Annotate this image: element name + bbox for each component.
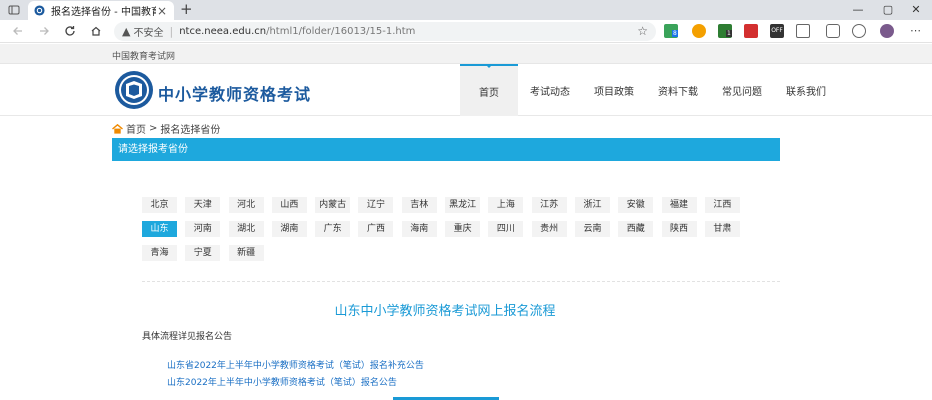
- province-row: 山东 河南 湖北 湖南 广东 广西 海南 重庆 四川 贵州 云南 西藏 陕西 甘肃: [142, 221, 762, 237]
- breadcrumb-separator: >: [149, 123, 158, 134]
- top-strip: 中国教育考试网: [0, 44, 932, 64]
- main-nav: 首页 考试动态 项目政策 资料下载 常见问题 联系我们: [460, 64, 838, 116]
- province-button[interactable]: 天津: [185, 197, 221, 213]
- warning-icon: ▲: [122, 25, 131, 38]
- home-icon: [91, 26, 101, 36]
- nav-item-contact[interactable]: 联系我们: [774, 64, 838, 116]
- flow-title: 山东中小学教师资格考试网上报名流程: [334, 304, 556, 319]
- back-button[interactable]: [10, 23, 26, 39]
- url-text: ntce.neea.edu.cn/html1/folder/16013/15-1…: [179, 26, 415, 37]
- province-button[interactable]: 广东: [315, 221, 351, 237]
- province-button[interactable]: 广西: [358, 221, 394, 237]
- extension-badge: 8: [672, 30, 678, 37]
- province-button[interactable]: 宁夏: [185, 245, 221, 261]
- province-button[interactable]: 贵州: [531, 221, 567, 237]
- history-icon[interactable]: [852, 24, 866, 38]
- nav-item-policy[interactable]: 项目政策: [582, 64, 646, 116]
- collections-icon[interactable]: [826, 24, 840, 38]
- nav-item-faq[interactable]: 常见问题: [710, 64, 774, 116]
- province-button[interactable]: 福建: [661, 197, 697, 213]
- province-button[interactable]: 江苏: [531, 197, 567, 213]
- notice-link-main[interactable]: 山东2022年上半年中小学教师资格考试（笔试）报名公告: [167, 375, 397, 388]
- address-bar[interactable]: ▲ 不安全 | ntce.neea.edu.cn/html1/folder/16…: [114, 22, 656, 41]
- top-strip-text[interactable]: 中国教育考试网: [112, 49, 175, 62]
- browser-tab-active[interactable]: 报名选择省份 - 中国教育考试网 ×: [28, 1, 174, 20]
- extension-off-icon[interactable]: OFF: [770, 24, 784, 38]
- reload-icon: [65, 26, 75, 36]
- tab-actions-icon[interactable]: [8, 4, 20, 16]
- minimize-button[interactable]: —: [848, 1, 868, 18]
- forward-button[interactable]: [36, 23, 52, 39]
- province-button[interactable]: 湖北: [228, 221, 264, 237]
- new-tab-button[interactable]: +: [180, 1, 193, 18]
- province-button[interactable]: 内蒙古: [315, 197, 351, 213]
- security-status: 不安全: [133, 28, 164, 39]
- province-selector: 北京 天津 河北 山西 内蒙古 辽宁 吉林 黑龙江 上海 江苏 浙江 安徽 福建 江西 山东 河南 湖北 湖南 广东…: [142, 197, 762, 269]
- back-arrow-icon: [13, 27, 22, 35]
- close-window-button[interactable]: ✕: [906, 1, 926, 18]
- profile-avatar[interactable]: [880, 24, 894, 38]
- site-favicon-icon: [34, 5, 45, 16]
- province-button[interactable]: 湖南: [271, 221, 307, 237]
- omnibox-separator: |: [169, 25, 174, 38]
- web-page: 中国教育考试网 中小学教师资格考试 首页 考试动态 项目政策 资料下载 常见问题…: [0, 44, 932, 400]
- forward-arrow-icon: [40, 27, 49, 35]
- province-button[interactable]: 上海: [488, 197, 524, 213]
- province-button[interactable]: 青海: [142, 245, 177, 261]
- extension-badge-2: 1: [726, 30, 732, 37]
- breadcrumb-current: 报名选择省份: [160, 125, 221, 136]
- extension-orange-icon[interactable]: [692, 24, 706, 38]
- browser-tab-bar: 报名选择省份 - 中国教育考试网 × + — ▢ ✕: [0, 0, 932, 20]
- province-button[interactable]: 重庆: [445, 221, 481, 237]
- home-button[interactable]: [88, 23, 104, 39]
- province-button[interactable]: 云南: [574, 221, 610, 237]
- add-favorite-icon[interactable]: ☆: [637, 24, 648, 38]
- flow-subtitle: 具体流程详见报名公告: [142, 332, 233, 342]
- more-menu-icon[interactable]: ⋯: [910, 24, 921, 37]
- province-button[interactable]: 海南: [401, 221, 437, 237]
- province-button[interactable]: 甘肃: [704, 221, 740, 237]
- province-button[interactable]: 河北: [228, 197, 264, 213]
- tab-close-icon[interactable]: ×: [156, 5, 168, 17]
- nav-item-home[interactable]: 首页: [460, 64, 518, 116]
- province-button[interactable]: 浙江: [574, 197, 610, 213]
- url-host: ntce.neea.edu.cn: [179, 26, 267, 37]
- province-button[interactable]: 陕西: [661, 221, 697, 237]
- province-button[interactable]: 北京: [142, 197, 177, 213]
- url-path: /html1/folder/16013/15-1.htm: [266, 26, 416, 37]
- province-button[interactable]: 吉林: [401, 197, 437, 213]
- section-divider: [142, 281, 780, 282]
- province-button[interactable]: 山西: [271, 197, 307, 213]
- site-logo-icon[interactable]: [114, 70, 154, 110]
- province-button[interactable]: 黑龙江: [445, 197, 481, 213]
- extensions-puzzle-icon[interactable]: [796, 24, 810, 38]
- reload-button[interactable]: [62, 23, 78, 39]
- province-button[interactable]: 安徽: [618, 197, 654, 213]
- province-button[interactable]: 辽宁: [358, 197, 394, 213]
- province-button[interactable]: 四川: [488, 221, 524, 237]
- maximize-button[interactable]: ▢: [878, 1, 898, 18]
- nav-item-news[interactable]: 考试动态: [518, 64, 582, 116]
- breadcrumb-home-link[interactable]: 首页: [126, 121, 146, 136]
- breadcrumb: 首页 > 报名选择省份: [112, 121, 220, 136]
- site-header: 中小学教师资格考试 首页 考试动态 项目政策 资料下载 常见问题 联系我们: [0, 64, 932, 116]
- province-button[interactable]: 新疆: [228, 245, 264, 261]
- province-button[interactable]: 西藏: [618, 221, 654, 237]
- extension-red-icon[interactable]: [744, 24, 758, 38]
- notice-link-supplementary[interactable]: 山东省2022年上半年中小学教师资格考试（笔试）报名补充公告: [167, 358, 424, 371]
- breadcrumb-home-icon: [112, 123, 123, 134]
- province-button[interactable]: 山东: [142, 221, 177, 237]
- province-button[interactable]: 河南: [185, 221, 221, 237]
- province-row: 北京 天津 河北 山西 内蒙古 辽宁 吉林 黑龙江 上海 江苏 浙江 安徽 福建 江西: [142, 197, 762, 213]
- nav-item-downloads[interactable]: 资料下载: [646, 64, 710, 116]
- province-button[interactable]: 江西: [704, 197, 740, 213]
- section-header: 请选择报考省份: [112, 138, 780, 161]
- tab-title: 报名选择省份 - 中国教育考试网: [51, 7, 156, 18]
- province-row: 青海 宁夏 新疆: [142, 245, 762, 261]
- site-title[interactable]: 中小学教师资格考试: [158, 81, 311, 105]
- browser-toolbar: ▲ 不安全 | ntce.neea.edu.cn/html1/folder/16…: [0, 20, 932, 43]
